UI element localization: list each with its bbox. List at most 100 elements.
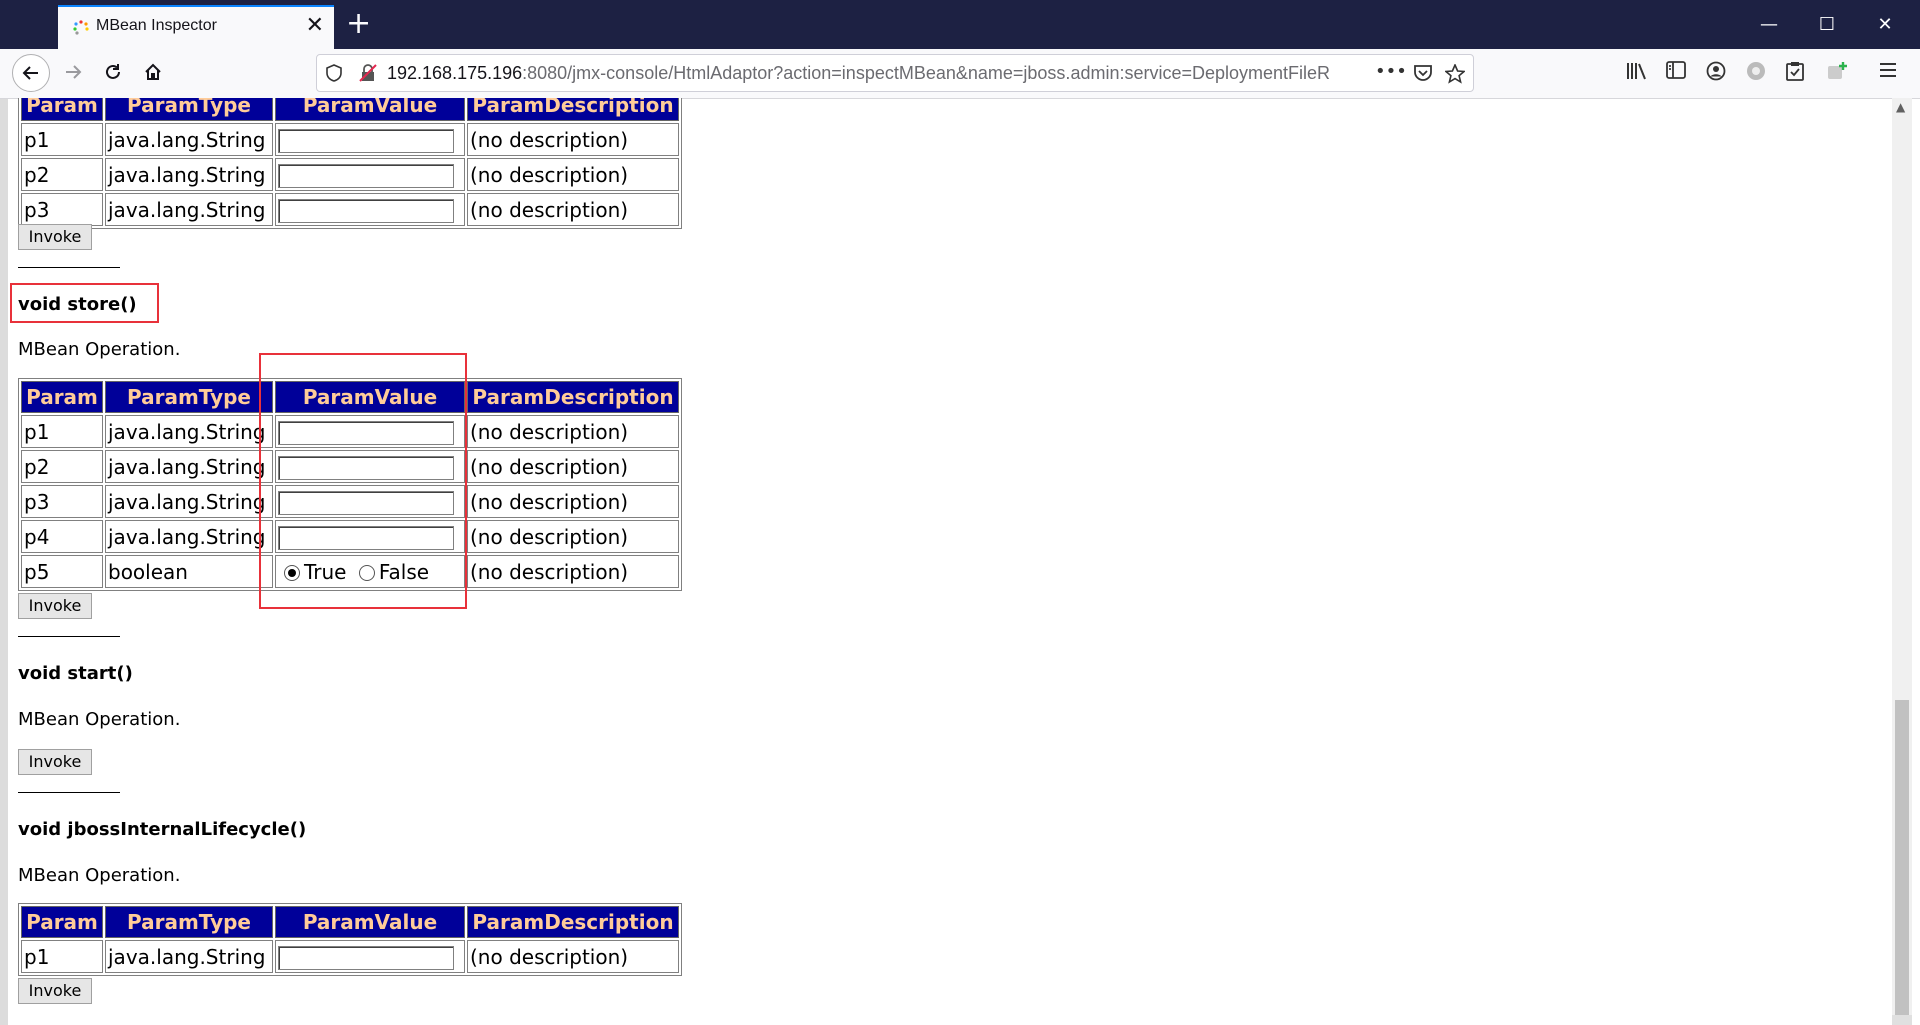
url-bar[interactable]: 192.168.175.196:8080/jmx-console/HtmlAda… [316, 54, 1474, 92]
header-paramdescription: ParamDescription [467, 381, 679, 413]
param-type: java.lang.String [105, 193, 273, 226]
param-name: p3 [21, 193, 103, 226]
lifecycle-param-table: Param ParamType ParamValue ParamDescript… [18, 903, 682, 976]
table-row: p1 java.lang.String (no description) [21, 123, 679, 156]
operation-description: MBean Operation. [18, 339, 181, 360]
shield-icon[interactable] [325, 64, 343, 82]
url-host: 192.168.175.196 [387, 63, 523, 83]
table-row: p2 java.lang.String (no description) [21, 158, 679, 191]
loading-icon [73, 20, 89, 35]
insecure-lock-icon[interactable] [359, 64, 377, 82]
param-description: (no description) [467, 520, 679, 553]
reload-icon [106, 64, 120, 79]
window-left-edge [0, 0, 8, 1025]
home-button[interactable] [134, 54, 172, 92]
operation-description: MBean Operation. [18, 709, 181, 730]
invoke-button[interactable]: Invoke [18, 749, 92, 775]
url-text[interactable]: 192.168.175.196:8080/jmx-console/HtmlAda… [387, 63, 1392, 84]
table-header-row: Param ParamType ParamValue ParamDescript… [21, 98, 679, 121]
tab-mbean-inspector[interactable]: MBean Inspector ✕ [58, 5, 334, 49]
operation-title-store: void store() [18, 294, 137, 315]
vertical-scrollbar[interactable]: ▲ [1892, 98, 1912, 1025]
top-param-table-wrapper: Param ParamType ParamValue ParamDescript… [18, 98, 682, 229]
param-description: (no description) [467, 485, 679, 518]
param-description: (no description) [467, 555, 679, 588]
table-header-row: Param ParamType ParamValue ParamDescript… [21, 906, 679, 938]
param-value-input[interactable] [278, 163, 454, 188]
param-name: p2 [21, 450, 103, 483]
param-type: java.lang.String [105, 520, 273, 553]
sidebar-icon[interactable] [1666, 61, 1686, 79]
tab-close-icon[interactable]: ✕ [306, 13, 324, 38]
param-name: p4 [21, 520, 103, 553]
highlight-box-paramvalue [259, 353, 467, 609]
scrollbar-bottom [1892, 1015, 1912, 1025]
param-description: (no description) [467, 415, 679, 448]
forward-button[interactable] [54, 54, 92, 92]
param-type: java.lang.String [105, 415, 273, 448]
scrollbar-thumb[interactable] [1895, 700, 1909, 1020]
divider [18, 267, 120, 268]
home-icon [145, 63, 161, 80]
invoke-button[interactable]: Invoke [18, 978, 92, 1004]
param-description: (no description) [467, 940, 679, 973]
browser-chrome: MBean Inspector ✕ + — ☐ ✕ 192.168.175.19… [0, 0, 1920, 99]
extension-circle-icon[interactable] [1746, 61, 1766, 81]
bookmark-star-icon[interactable] [1445, 64, 1465, 84]
add-extension-icon[interactable] [1826, 61, 1848, 81]
param-type: java.lang.String [105, 123, 273, 156]
operation-title-lifecycle: void jbossInternalLifecycle() [18, 819, 307, 840]
scroll-up-arrow-icon[interactable]: ▲ [1896, 100, 1905, 114]
header-paramdescription: ParamDescription [467, 98, 679, 121]
divider [18, 636, 120, 637]
param-type: java.lang.String [105, 485, 273, 518]
param-value-input[interactable] [278, 198, 454, 223]
param-type: boolean [105, 555, 273, 588]
maximize-button[interactable]: ☐ [1798, 0, 1856, 49]
param-name: p1 [21, 940, 103, 973]
table-row: p3 java.lang.String (no description) [21, 193, 679, 226]
param-name: p1 [21, 123, 103, 156]
header-paramtype: ParamType [105, 381, 273, 413]
account-icon[interactable] [1706, 61, 1726, 81]
tab-title: MBean Inspector [96, 17, 217, 34]
param-description: (no description) [467, 450, 679, 483]
param-name: p5 [21, 555, 103, 588]
lifecycle-param-table-wrapper: Param ParamType ParamValue ParamDescript… [18, 903, 682, 976]
close-window-button[interactable]: ✕ [1856, 0, 1914, 49]
page-actions-button[interactable]: ••• [1375, 61, 1407, 82]
invoke-button[interactable]: Invoke [18, 593, 92, 619]
forward-arrow-icon [66, 65, 82, 79]
back-arrow-icon [22, 66, 38, 80]
param-type: java.lang.String [105, 940, 273, 973]
library-icon[interactable] [1626, 61, 1648, 81]
operation-description: MBean Operation. [18, 865, 181, 886]
header-paramtype: ParamType [105, 906, 273, 938]
url-path: :8080/jmx-console/HtmlAdaptor?action=ins… [522, 63, 1331, 83]
header-paramdescription: ParamDescription [467, 906, 679, 938]
header-param: Param [21, 98, 103, 121]
pocket-icon[interactable] [1413, 64, 1433, 82]
param-name: p3 [21, 485, 103, 518]
header-paramvalue: ParamValue [275, 906, 465, 938]
header-param: Param [21, 906, 103, 938]
menu-hamburger-icon[interactable] [1878, 61, 1898, 79]
param-value-input[interactable] [278, 128, 454, 153]
reload-button[interactable] [94, 54, 132, 92]
page-content: Param ParamType ParamValue ParamDescript… [8, 98, 1892, 1025]
param-name: p1 [21, 415, 103, 448]
param-description: (no description) [467, 158, 679, 191]
navigation-bar: 192.168.175.196:8080/jmx-console/HtmlAda… [0, 49, 1920, 99]
clipboard-icon[interactable] [1786, 61, 1804, 81]
new-tab-button[interactable]: + [346, 6, 371, 42]
back-button[interactable] [12, 54, 50, 92]
param-type: java.lang.String [105, 450, 273, 483]
top-param-table: Param ParamType ParamValue ParamDescript… [18, 98, 682, 229]
param-value-input[interactable] [278, 945, 454, 970]
minimize-button[interactable]: — [1740, 0, 1798, 49]
param-description: (no description) [467, 123, 679, 156]
invoke-button[interactable]: Invoke [18, 224, 92, 250]
param-description: (no description) [467, 193, 679, 226]
param-value-cell [275, 193, 465, 226]
header-param: Param [21, 381, 103, 413]
